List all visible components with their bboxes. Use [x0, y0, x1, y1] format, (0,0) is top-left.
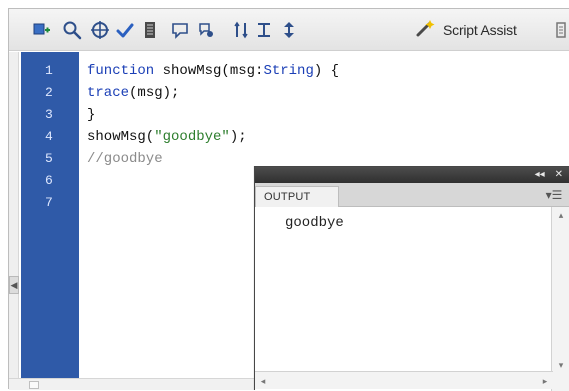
line-number: 2	[45, 85, 53, 100]
line-number: 5	[45, 151, 53, 166]
code-token: String	[263, 63, 314, 79]
script-assist-button[interactable]: Script Assist	[415, 19, 517, 41]
add-statement-icon[interactable]	[31, 19, 53, 41]
code-token: trace	[87, 85, 130, 101]
script-assist-label: Script Assist	[443, 22, 517, 38]
code-token: );	[229, 129, 247, 145]
code-token: showMsg(msg:	[154, 63, 264, 79]
script-assist-wand-icon	[415, 18, 435, 43]
code-token: //goodbye	[87, 151, 163, 167]
status-toggle[interactable]	[29, 381, 39, 389]
debug-options-icon[interactable]	[195, 19, 217, 41]
line-number: 7	[45, 195, 53, 210]
code-token: }	[87, 107, 96, 123]
pin-script-icon[interactable]	[553, 21, 569, 39]
actions-panel: Script Assist ◀ 1 2 3 4 5 6 7 function s…	[8, 8, 569, 391]
output-panel-titlebar[interactable]: ◂◂ ✕	[255, 167, 569, 183]
vertical-scrollbar[interactable]: ▴ ▾	[551, 207, 569, 391]
line-number-gutter: 1 2 3 4 5 6 7	[21, 52, 79, 378]
code-token: function	[87, 63, 155, 79]
tab-output[interactable]: OUTPUT	[255, 186, 339, 207]
editor-status-strip	[9, 378, 254, 390]
target-icon[interactable]	[89, 19, 111, 41]
actions-toolbar: Script Assist	[9, 9, 569, 51]
scroll-right-icon[interactable]: ▸	[537, 372, 553, 390]
line-number: 6	[45, 173, 53, 188]
collapse-rail: ◀	[9, 52, 19, 378]
code-line-1: function showMsg(msg:String) {	[87, 60, 557, 82]
code-hint-icon[interactable]	[169, 19, 191, 41]
scroll-up-icon[interactable]: ▴	[552, 207, 569, 223]
panel-menu-icon[interactable]: ▾☰	[545, 188, 563, 202]
output-text: goodbye	[285, 215, 344, 231]
check-syntax-icon[interactable]	[114, 19, 136, 41]
auto-format-icon[interactable]	[139, 19, 161, 41]
scroll-down-icon[interactable]: ▾	[552, 357, 569, 373]
collapse-selection-icon[interactable]	[253, 19, 275, 41]
output-content-area[interactable]: goodbye	[255, 207, 569, 391]
scroll-left-icon[interactable]: ◂	[255, 372, 271, 390]
horizontal-scrollbar[interactable]: ◂ ▸	[255, 371, 553, 389]
code-token: ) {	[313, 63, 340, 79]
code-line-3: }	[87, 104, 557, 126]
close-panel-icon[interactable]: ✕	[555, 170, 563, 180]
collapse-toggle[interactable]: ◀	[9, 276, 19, 294]
code-line-4: showMsg("goodbye");	[87, 126, 557, 148]
code-line-2: trace(msg);	[87, 82, 557, 104]
line-number: 1	[45, 63, 53, 78]
collapse-panel-icon[interactable]: ◂◂	[535, 170, 545, 180]
code-token: "goodbye"	[154, 129, 230, 145]
expand-all-icon[interactable]	[278, 19, 300, 41]
line-number: 4	[45, 129, 53, 144]
code-token: showMsg(	[87, 129, 155, 145]
collapse-between-braces-icon[interactable]	[230, 19, 252, 41]
line-number: 3	[45, 107, 53, 122]
output-tab-bar: OUTPUT ▾☰	[255, 183, 569, 207]
code-token: (msg);	[129, 85, 180, 101]
find-icon[interactable]	[61, 19, 83, 41]
panel-window-controls: ◂◂ ✕	[535, 169, 563, 181]
output-panel: ◂◂ ✕ OUTPUT ▾☰ goodbye ▴ ▾ ◂ ▸	[254, 166, 569, 391]
